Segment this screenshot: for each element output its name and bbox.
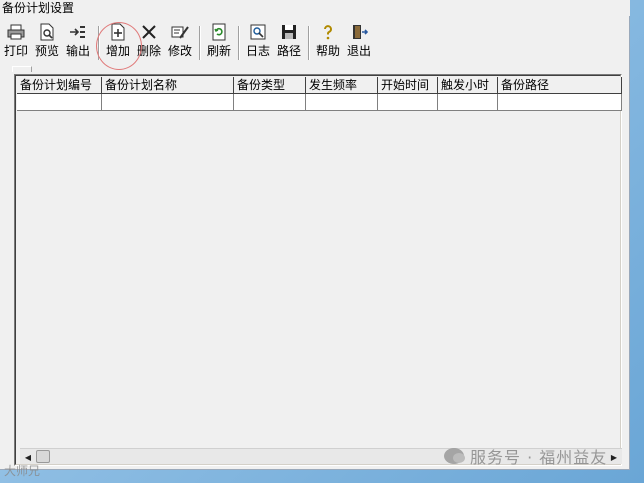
table-cell[interactable] bbox=[378, 94, 438, 111]
column-header-backup-path[interactable]: 备份路径 bbox=[498, 77, 622, 94]
column-header-start-time[interactable]: 开始时间 bbox=[378, 77, 438, 94]
log-label: 日志 bbox=[246, 44, 271, 58]
grid-body: 备份计划编号 备份计划名称 备份类型 发生频率 开始时间 触发小时 备份路径 bbox=[15, 75, 622, 465]
table-cell[interactable] bbox=[438, 94, 498, 111]
toolbar: 打印 预览 输出 增加 删除 修改 刷新 日志 路径 帮助 退出 bbox=[0, 20, 630, 66]
edit-icon bbox=[171, 26, 189, 39]
preview-button[interactable]: 预览 bbox=[35, 23, 59, 63]
edit-label: 修改 bbox=[168, 44, 193, 58]
watermark-text: 服务号 · 福州益友 bbox=[470, 448, 608, 467]
scroll-right-icon[interactable]: ▶ bbox=[606, 449, 622, 465]
column-header-plan-id[interactable]: 备份计划编号 bbox=[17, 77, 102, 94]
print-button[interactable]: 打印 bbox=[4, 23, 28, 63]
export-icon bbox=[70, 26, 85, 38]
help-label: 帮助 bbox=[316, 44, 341, 58]
watermark-left: 大师兄 bbox=[4, 464, 41, 478]
refresh-icon bbox=[212, 23, 226, 41]
preview-icon bbox=[40, 23, 54, 41]
table-cell[interactable] bbox=[102, 94, 234, 111]
column-header-plan-name[interactable]: 备份计划名称 bbox=[102, 77, 234, 94]
backup-plan-grid[interactable]: 备份计划编号 备份计划名称 备份类型 发生频率 开始时间 触发小时 备份路径 bbox=[14, 74, 622, 466]
path-label: 路径 bbox=[277, 44, 302, 58]
edit-button[interactable]: 修改 bbox=[168, 23, 192, 63]
printer-icon bbox=[7, 24, 25, 40]
exit-door-icon bbox=[353, 25, 368, 39]
backup-plan-window: 备份计划设置 打印 预览 输出 增加 删除 修改 刷新 日志 路径 帮助 退出 … bbox=[0, 0, 630, 470]
path-button[interactable]: 路径 bbox=[277, 23, 301, 63]
toolbar-separator bbox=[308, 26, 310, 60]
preview-label: 预览 bbox=[35, 44, 60, 58]
wechat-icon bbox=[444, 448, 465, 464]
save-disk-icon bbox=[282, 25, 296, 39]
wechat-watermark: 服务号 · 福州益友 bbox=[444, 446, 608, 467]
log-button[interactable]: 日志 bbox=[246, 23, 270, 63]
table-cell[interactable] bbox=[306, 94, 378, 111]
window-title: 备份计划设置 bbox=[2, 1, 75, 15]
exit-button[interactable]: 退出 bbox=[347, 23, 371, 63]
refresh-label: 刷新 bbox=[207, 44, 232, 58]
delete-icon bbox=[142, 25, 156, 39]
column-header-trigger-hour[interactable]: 触发小时 bbox=[438, 77, 498, 94]
toolbar-separator bbox=[199, 26, 201, 60]
panel-tab-marker bbox=[12, 66, 32, 72]
table-cell[interactable] bbox=[17, 94, 102, 111]
export-label: 输出 bbox=[66, 44, 91, 58]
help-button[interactable]: 帮助 bbox=[316, 23, 340, 63]
print-label: 打印 bbox=[4, 44, 29, 58]
table-cell[interactable] bbox=[234, 94, 306, 111]
export-button[interactable]: 输出 bbox=[66, 23, 90, 63]
help-icon bbox=[324, 25, 332, 40]
refresh-button[interactable]: 刷新 bbox=[207, 23, 231, 63]
table-cell[interactable] bbox=[498, 94, 622, 111]
exit-label: 退出 bbox=[347, 44, 372, 58]
highlight-circle bbox=[96, 22, 142, 70]
title-bar: 备份计划设置 bbox=[0, 0, 630, 16]
column-header-backup-type[interactable]: 备份类型 bbox=[234, 77, 306, 94]
toolbar-separator bbox=[238, 26, 240, 60]
log-icon bbox=[250, 24, 266, 40]
column-header-frequency[interactable]: 发生频率 bbox=[306, 77, 378, 94]
